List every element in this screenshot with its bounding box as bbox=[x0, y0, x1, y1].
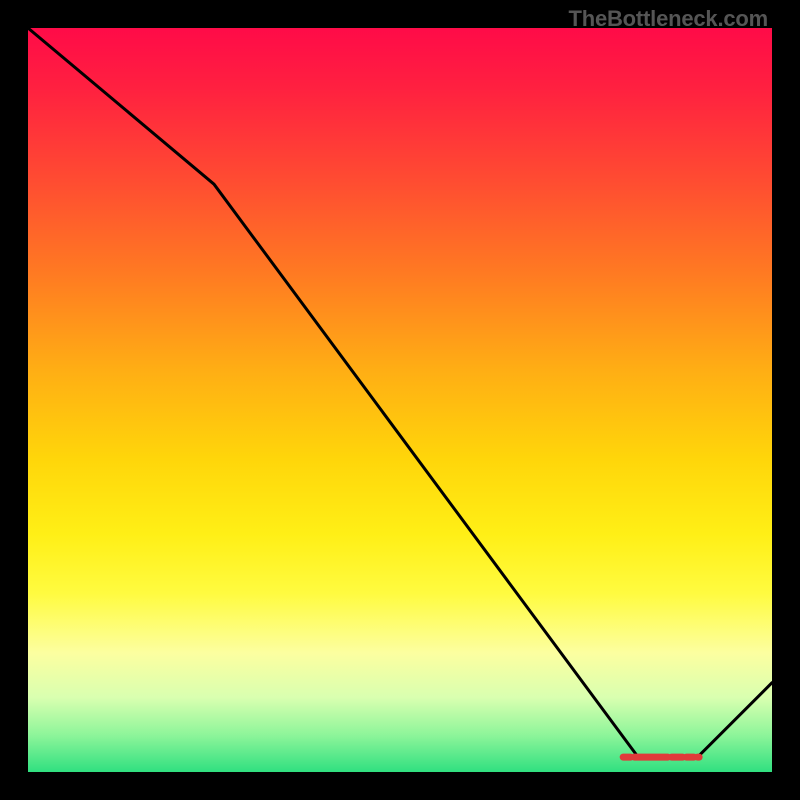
chart-container: TheBottleneck.com bbox=[0, 0, 800, 800]
bottleneck-curve bbox=[28, 28, 772, 757]
chart-svg bbox=[28, 28, 772, 772]
plot-area bbox=[28, 28, 772, 772]
